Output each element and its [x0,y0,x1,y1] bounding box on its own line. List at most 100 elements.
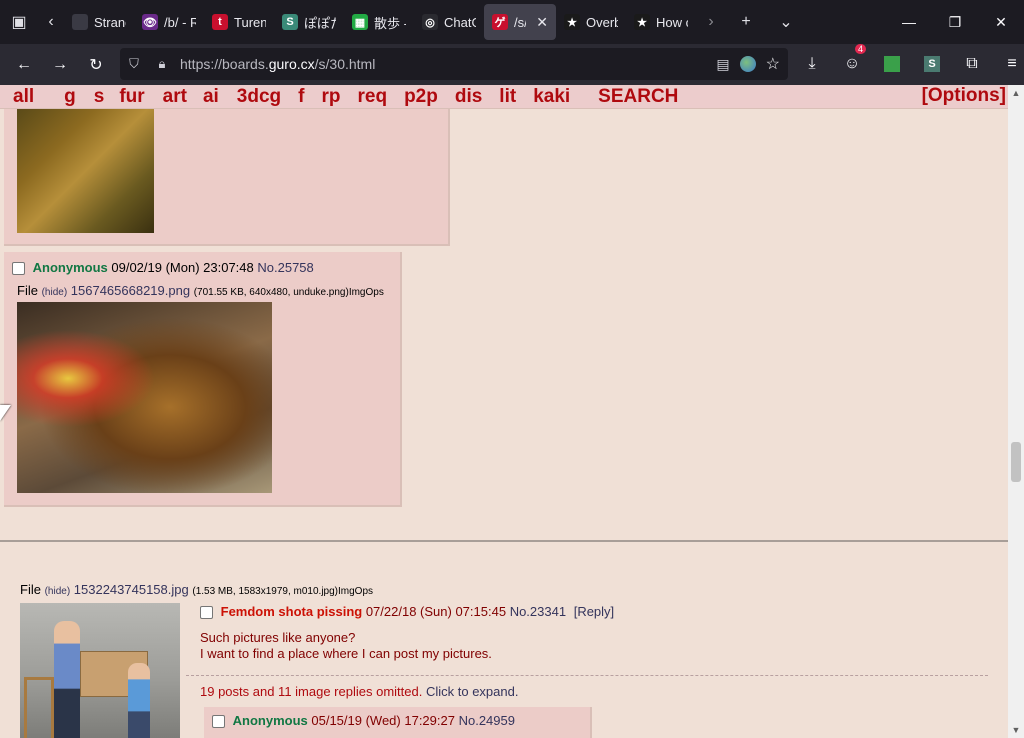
tab-scroll-right-icon[interactable]: › [696,4,726,40]
thread-op-image[interactable] [20,603,180,738]
board-link-kaki[interactable]: kaki [533,86,570,108]
post-number-link[interactable]: No.25758 [257,260,313,275]
reload-icon[interactable]: ↻ [78,49,114,81]
post-body-line: Such pictures like anyone? [200,630,356,645]
tab-favicon-icon: ★ [634,14,650,30]
browser-tab[interactable]: Strange [64,4,134,40]
shield-icon[interactable]: ⛉ [120,56,148,72]
tab-title: /b/ - R [164,14,196,30]
board-link-req[interactable]: req [357,86,387,108]
hide-link[interactable]: (hide) [45,586,71,597]
green-extension-icon[interactable] [872,48,912,80]
post-date: 07/22/18 (Sun) 07:15:45 [365,604,507,619]
poster-name: Anonymous [32,260,108,275]
close-tab-icon[interactable]: ✕ [536,14,548,31]
url-bar[interactable]: ⛉ 🔒︎ https://boards.guro.cx/s/30.html ▤ … [120,48,788,80]
tab-favicon-icon [72,14,88,30]
board-link-fur[interactable]: fur [119,86,144,108]
app-menu-icon[interactable]: ≡ [992,48,1024,80]
navigation-toolbar: ← → ↻ ⛉ 🔒︎ https://boards.guro.cx/s/30.h… [0,44,1024,85]
board-link-s[interactable]: s [94,86,105,108]
post-body: Such pictures like anyone? I want to fin… [200,630,492,662]
mouse-cursor-icon [0,405,11,421]
reply-post-partial [4,109,450,246]
browser-tab[interactable]: 👁 /b/ - R [134,4,204,40]
lock-icon[interactable]: 🔒︎ [148,56,176,72]
figure-left-shape [54,621,80,738]
poster-name: Anonymous [232,713,308,728]
file-label: File [20,582,41,597]
extension-counter-icon[interactable]: ☺ 4 [832,44,872,80]
board-link-all[interactable]: all [13,86,34,108]
browser-tab[interactable]: ▦ 散歩 - [344,4,414,40]
post-number-link[interactable]: No.24959 [459,713,515,728]
post-select-checkbox[interactable] [212,715,225,729]
extensions-puzzle-icon[interactable]: ⧉ [952,48,992,80]
globe-extension-icon[interactable] [739,56,756,72]
list-all-tabs-icon[interactable]: ⌄ [766,4,806,40]
bookmark-star-icon[interactable]: ☆ [766,54,780,74]
imgops-link[interactable]: ImgOps [338,586,373,597]
file-info: (1.53 MB, 1583x1979, m010.jpg) [192,586,339,597]
reader-view-icon[interactable]: ▤ [716,56,729,73]
options-link[interactable]: [Options] [922,85,1006,107]
imgops-link[interactable]: ImgOps [349,287,384,298]
file-name-link[interactable]: 1567465668219.png [71,283,190,298]
reply-link[interactable]: [Reply] [574,604,614,619]
board-link-p2p[interactable]: p2p [404,86,438,108]
post-body-line: I want to find a place where I can post … [200,646,492,661]
omitted-separator [186,675,988,676]
url-text[interactable]: https://boards.guro.cx/s/30.html [180,56,375,72]
hide-link[interactable]: (hide) [42,287,68,298]
post-image-thumbnail[interactable] [17,109,154,233]
browser-tab[interactable]: ★ How c [626,4,696,40]
firefox-view-icon[interactable]: ▣ [0,4,38,40]
tab-scroll-left-icon[interactable]: ‹ [38,4,64,40]
back-icon[interactable]: ← [6,49,42,81]
browser-tab[interactable]: t Turen [204,4,274,40]
browser-tab[interactable]: ◎ ChatG [414,4,484,40]
board-link-dis[interactable]: dis [455,86,482,108]
reply-post: Anonymous 05/15/19 (Wed) 17:29:27 No.249… [204,707,592,738]
minimize-icon[interactable]: — [886,0,932,44]
post-select-checkbox[interactable] [200,606,213,620]
tab-favicon-icon: S [282,14,298,30]
tab-title: ChatG [444,14,476,30]
tab-favicon-icon: ◎ [422,14,438,30]
tab-favicon-icon: ★ [564,14,580,30]
forward-icon[interactable]: → [42,49,78,81]
tab-favicon-icon: ゲ [492,14,508,30]
post-image-thumbnail[interactable] [17,302,272,493]
browser-tab[interactable]: ★ Overb [556,4,626,40]
downloads-icon[interactable]: ⤓ [792,48,832,80]
new-tab-icon[interactable]: + [726,4,766,40]
board-link-3dcg[interactable]: 3dcg [237,86,281,108]
file-label: File [17,283,38,298]
tab-title: Overb [586,14,618,30]
board-link-ai[interactable]: ai [203,86,219,108]
board-link-art[interactable]: art [163,86,187,108]
post-number-link[interactable]: No.23341 [510,604,566,619]
tab-favicon-icon: t [212,14,228,30]
board-link-f[interactable]: f [298,86,304,108]
maximize-icon[interactable]: ❐ [932,0,978,44]
expand-thread-link[interactable]: Click to expand. [426,684,519,699]
board-link-rp[interactable]: rp [321,86,340,108]
post-select-checkbox[interactable] [12,262,25,276]
scrollbar-thumb[interactable] [1011,442,1021,482]
scroll-down-icon[interactable]: ▼ [1008,722,1024,738]
tab-bar: ▣ ‹ Strange 👁 /b/ - R t Turen S ぽぽた ▦ 散歩 - ◎ ChatG… [0,0,1024,44]
browser-tab[interactable]: ゲ/s/ ✕ [484,4,556,40]
s-extension-icon[interactable]: S [912,48,952,80]
board-link-g[interactable]: g [64,86,76,108]
browser-tab[interactable]: S ぽぽた [274,4,344,40]
page-scrollbar[interactable]: ▲ ▼ [1008,85,1024,738]
thread-divider [0,540,1008,542]
post-date: 05/15/19 (Wed) 17:29:27 [311,713,455,728]
board-link-lit[interactable]: lit [499,86,516,108]
file-name-link[interactable]: 1532243745158.jpg [74,582,189,597]
scroll-up-icon[interactable]: ▲ [1008,85,1024,101]
extension-badge: 4 [854,44,866,54]
search-link[interactable]: SEARCH [598,86,678,108]
close-window-icon[interactable]: ✕ [978,0,1024,44]
